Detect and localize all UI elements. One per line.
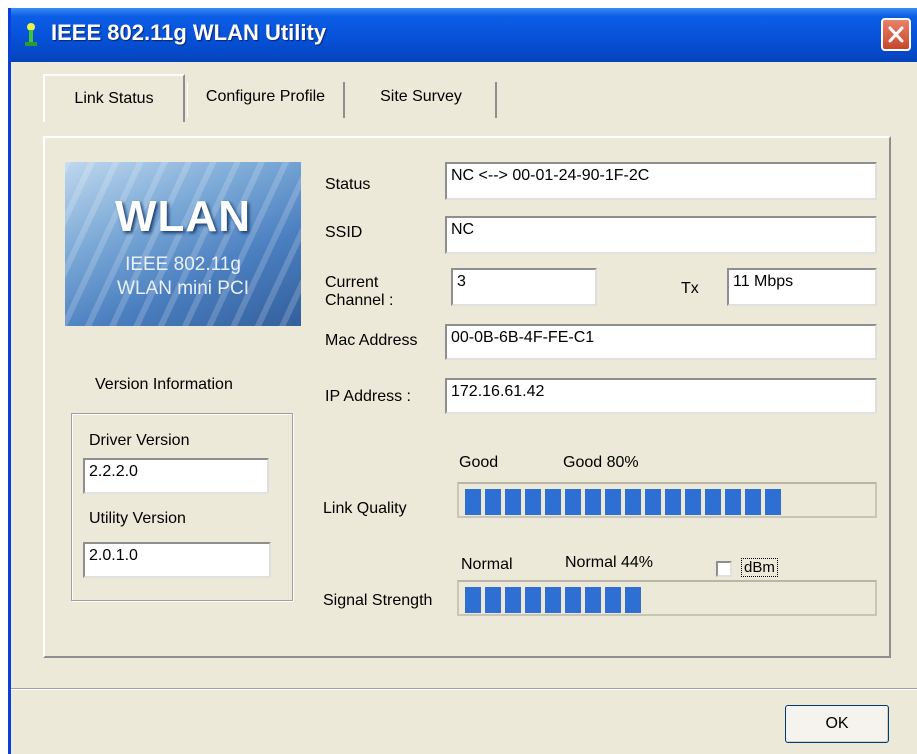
meter-segment: [485, 587, 501, 613]
meter-segment: [545, 587, 561, 613]
tab-configure-profile[interactable]: Configure Profile: [187, 82, 345, 118]
meter-segment: [725, 489, 741, 515]
status-field: NC <--> 00-01-24-90-1F-2C: [445, 162, 877, 200]
meter-segment: [605, 587, 621, 613]
meter-segment: [765, 489, 781, 515]
window-title: IEEE 802.11g WLAN Utility: [51, 20, 327, 45]
close-button[interactable]: [881, 18, 911, 51]
meter-segment: [565, 587, 581, 613]
meter-segment: [585, 587, 601, 613]
meter-segment: [625, 587, 641, 613]
status-label: Status: [325, 176, 371, 193]
link-quality-level: Good: [459, 454, 499, 471]
version-heading: Version Information: [95, 376, 233, 393]
logo-title: WLAN: [115, 192, 251, 241]
ssid-label: SSID: [325, 224, 363, 241]
meter-segment: [545, 489, 561, 515]
wlan-logo: WLAN IEEE 802.11g WLAN mini PCI: [65, 162, 301, 326]
link-quality-label: Link Quality: [323, 500, 407, 517]
meter-segment: [585, 489, 601, 515]
driver-version-field: 2.2.2.0: [83, 458, 269, 494]
footer-separator: [11, 688, 917, 690]
meter-segment: [525, 489, 541, 515]
logo-line-2: WLAN mini PCI: [117, 278, 249, 299]
utility-version-field: 2.0.1.0: [83, 542, 271, 578]
meter-segment: [665, 489, 681, 515]
close-icon: [888, 26, 904, 43]
ok-button[interactable]: OK: [785, 705, 889, 743]
mac-address-field: 00-0B-6B-4F-FE-C1: [445, 324, 877, 360]
antenna-icon: [25, 23, 37, 46]
driver-version-label: Driver Version: [89, 432, 190, 449]
link-quality-meter: [457, 482, 877, 518]
signal-strength-level: Normal: [461, 556, 513, 573]
meter-segment: [625, 489, 641, 515]
meter-segment: [525, 587, 541, 613]
current-channel-field: 3: [451, 268, 597, 306]
meter-segment: [465, 587, 481, 613]
meter-segment: [565, 489, 581, 515]
tab-site-survey[interactable]: Site Survey: [347, 82, 497, 118]
meter-segment: [705, 489, 721, 515]
dbm-checkbox[interactable]: [716, 561, 732, 577]
tab-strip: Link Status Configure Profile Site Surve…: [11, 62, 917, 124]
title-bar[interactable]: IEEE 802.11g WLAN Utility: [11, 8, 917, 62]
mac-address-label: Mac Address: [325, 332, 418, 349]
meter-segment: [465, 489, 481, 515]
meter-segment: [505, 489, 521, 515]
utility-version-label: Utility Version: [89, 510, 186, 527]
meter-segment: [605, 489, 621, 515]
tx-label: Tx: [681, 280, 699, 297]
signal-strength-detail: Normal 44%: [565, 554, 654, 571]
meter-segment: [505, 587, 521, 613]
tab-link-status[interactable]: Link Status: [43, 74, 185, 122]
link-quality-detail: Good 80%: [563, 454, 639, 471]
current-channel-label: Current Channel :: [325, 274, 394, 309]
dbm-label[interactable]: dBm: [741, 558, 778, 577]
ip-address-field: 172.16.61.42: [445, 378, 877, 414]
meter-segment: [485, 489, 501, 515]
meter-segment: [645, 489, 661, 515]
ip-address-label: IP Address :: [325, 388, 411, 405]
signal-strength-meter: [457, 580, 877, 616]
meter-segment: [685, 489, 701, 515]
logo-line-1: IEEE 802.11g: [125, 254, 241, 275]
ssid-field: NC: [445, 216, 877, 254]
utility-window: IEEE 802.11g WLAN Utility Link Status Co…: [8, 8, 917, 754]
signal-strength-label: Signal Strength: [323, 592, 433, 609]
meter-segment: [745, 489, 761, 515]
tx-rate-field: 11 Mbps: [727, 268, 877, 306]
